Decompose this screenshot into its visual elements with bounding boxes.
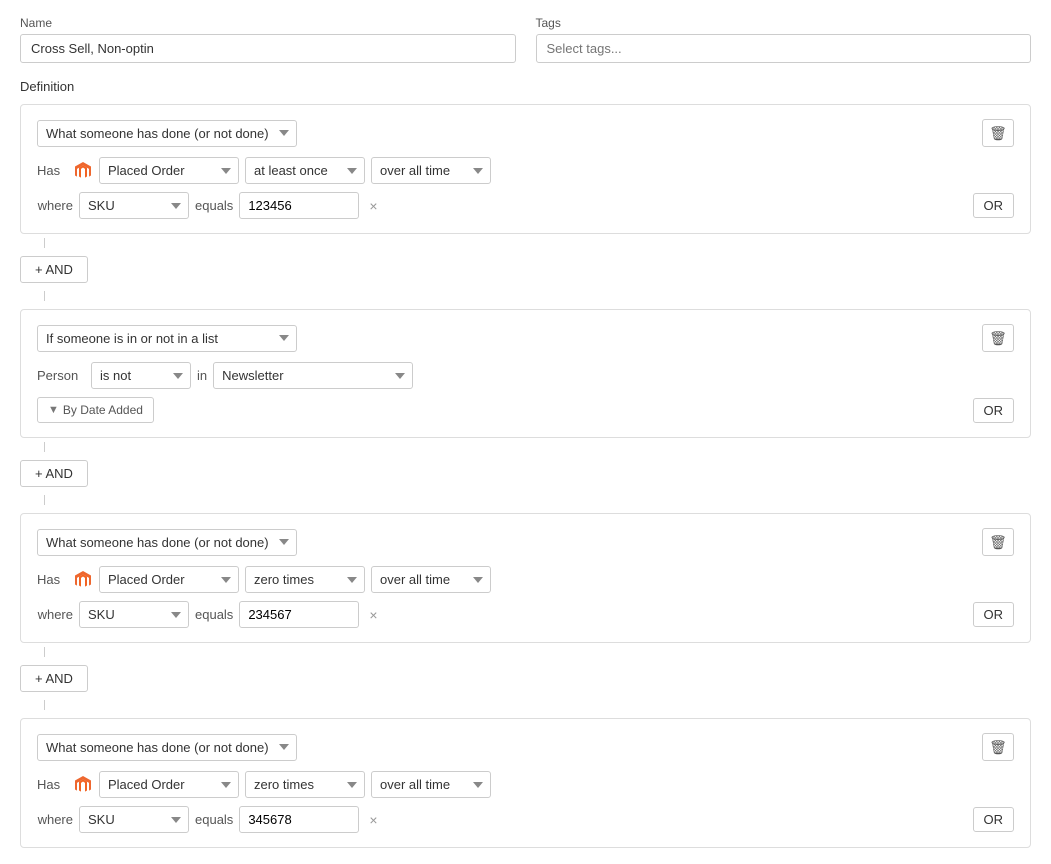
condition-block-4: What someone has done (or not done) 🗑 Ha… [20, 718, 1031, 848]
status-select-2[interactable]: is not [91, 362, 191, 389]
where-label-1: where [37, 198, 73, 213]
event-select-4[interactable]: Placed Order [99, 771, 239, 798]
tags-input[interactable] [536, 34, 1032, 63]
trash-icon-3: 🗑 [989, 534, 1007, 551]
name-input[interactable] [20, 34, 516, 63]
condition-block-1: What someone has done (or not done) 🗑 Ha… [20, 104, 1031, 234]
date-filter-label: By Date Added [63, 403, 143, 417]
or-button-1[interactable]: OR [973, 193, 1015, 218]
frequency-select-3[interactable]: zero times [245, 566, 365, 593]
clear-value-1-button[interactable]: × [365, 198, 381, 214]
delete-condition-1-button[interactable]: 🗑 [982, 119, 1014, 147]
time-select-4[interactable]: over all time [371, 771, 491, 798]
trash-icon-1: 🗑 [989, 125, 1007, 142]
equals-label-3: equals [195, 607, 233, 622]
property-select-1[interactable]: SKU [79, 192, 189, 219]
equals-label-1: equals [195, 198, 233, 213]
property-select-4[interactable]: SKU [79, 806, 189, 833]
condition-type-select-3[interactable]: What someone has done (or not done) [37, 529, 297, 556]
clear-value-3-button[interactable]: × [365, 607, 381, 623]
event-select-1[interactable]: Placed Order [99, 157, 239, 184]
condition-type-select-2[interactable]: If someone is in or not in a list [37, 325, 297, 352]
condition-type-select-4[interactable]: What someone has done (or not done) [37, 734, 297, 761]
value-input-4[interactable] [239, 806, 359, 833]
value-input-3[interactable] [239, 601, 359, 628]
or-button-3[interactable]: OR [973, 602, 1015, 627]
person-label: Person [37, 368, 85, 383]
or-button-4[interactable]: OR [973, 807, 1015, 832]
has-label-3: Has [37, 572, 67, 587]
condition-type-select-1[interactable]: What someone has done (or not done) [37, 120, 297, 147]
name-label: Name [20, 16, 516, 30]
has-label-1: Has [37, 163, 67, 178]
magento-icon-4 [73, 775, 93, 795]
where-label-4: where [37, 812, 73, 827]
vline-2 [44, 291, 45, 301]
vline-5 [44, 647, 45, 657]
vline-4 [44, 495, 45, 505]
trash-icon-2: 🗑 [989, 330, 1007, 347]
equals-label-4: equals [195, 812, 233, 827]
vline-1 [44, 238, 45, 248]
and-button-2[interactable]: + AND [20, 460, 88, 487]
magento-icon-3 [73, 570, 93, 590]
definition-label: Definition [20, 79, 1031, 94]
time-select-3[interactable]: over all time [371, 566, 491, 593]
list-select-2[interactable]: Newsletter [213, 362, 413, 389]
in-label: in [197, 368, 207, 383]
and-button-1[interactable]: + AND [20, 256, 88, 283]
clear-value-4-button[interactable]: × [365, 812, 381, 828]
where-label-3: where [37, 607, 73, 622]
delete-condition-2-button[interactable]: 🗑 [982, 324, 1014, 352]
frequency-select-1[interactable]: at least once [245, 157, 365, 184]
or-button-2[interactable]: OR [973, 398, 1015, 423]
value-input-1[interactable] [239, 192, 359, 219]
date-filter-button[interactable]: ▼ By Date Added [37, 397, 154, 423]
magento-icon-1 [73, 161, 93, 181]
time-select-1[interactable]: over all time [371, 157, 491, 184]
vline-3 [44, 442, 45, 452]
vline-6 [44, 700, 45, 710]
filter-icon: ▼ [48, 404, 59, 416]
delete-condition-3-button[interactable]: 🗑 [982, 528, 1014, 556]
has-label-4: Has [37, 777, 67, 792]
event-select-3[interactable]: Placed Order [99, 566, 239, 593]
trash-icon-4: 🗑 [989, 739, 1007, 756]
tags-label: Tags [536, 16, 1032, 30]
delete-condition-4-button[interactable]: 🗑 [982, 733, 1014, 761]
condition-block-3: What someone has done (or not done) 🗑 Ha… [20, 513, 1031, 643]
and-button-3[interactable]: + AND [20, 665, 88, 692]
condition-block-2: If someone is in or not in a list 🗑 Pers… [20, 309, 1031, 438]
frequency-select-4[interactable]: zero times [245, 771, 365, 798]
property-select-3[interactable]: SKU [79, 601, 189, 628]
